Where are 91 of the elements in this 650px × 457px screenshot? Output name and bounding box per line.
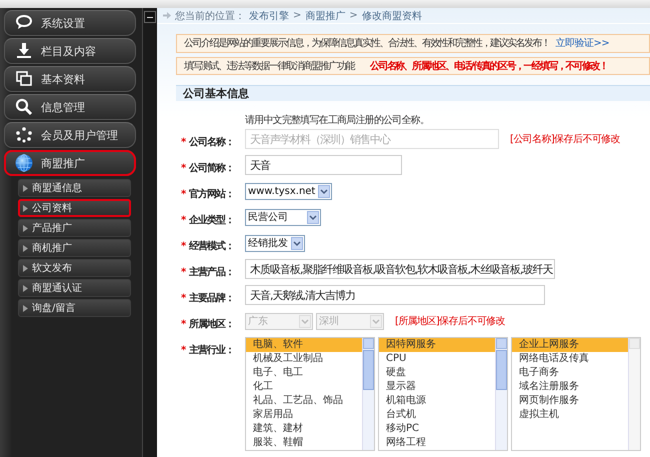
collapse-button[interactable] [144,11,156,23]
required-mark: * [181,240,186,252]
submenu-item[interactable]: 软文发布 [18,259,131,277]
field-label: 公司简称： [189,162,234,175]
verify-link[interactable]: 立即验证>> [556,36,610,50]
menu-item[interactable]: 信息管理 [4,94,136,120]
field-label: 主营产品： [189,265,234,279]
list-item[interactable]: 机械及工业制品 [246,352,362,366]
field-label: 所属地区： [189,318,234,331]
breadcrumb-link[interactable]: 商盟推广 [305,8,346,23]
listbox[interactable]: 企业上网服务 网络电话及传真 电子商务 域名注册服务 网页制作服务 虚拟主机 [511,337,641,451]
menu-item[interactable]: 基本资料 [4,66,136,92]
hint-text: 请用中文完整填写在工商局注册的公司全称。 [245,114,430,127]
list-item[interactable]: 家居用品 [246,408,362,422]
required-mark: * [181,188,186,200]
breadcrumb-separator: > [293,10,302,22]
list-item[interactable]: 硬盘 [379,366,495,380]
list-item[interactable]: 礼品、工艺品、饰品 [246,394,362,408]
required-mark: * [181,136,186,148]
windows-icon [15,70,33,88]
caret-icon [23,304,28,312]
list-item[interactable]: 虚拟主机 [512,408,628,422]
speech-bubble-icon [15,14,33,32]
field-label: 经营模式： [189,240,234,253]
listbox[interactable]: 因特网服务 CPU 硬盘 显示器 机箱电源 台式机 移动PC 网络工程 [378,337,508,451]
caret-icon [23,184,28,192]
required-mark: * [181,266,186,278]
submenu-item[interactable]: 商机推广 [18,239,131,257]
list-item[interactable]: 电脑、软件 [246,338,362,352]
warning-note: [公司名称]保存后不可修改 [510,132,620,146]
submenu-item[interactable]: 公司资料 [18,199,131,217]
notice-text: 填写测试、违法等数据一律取消商盟推广功能 [184,60,354,73]
submenu-item[interactable]: 询盘/留言 [18,299,131,317]
breadcrumb-link[interactable]: 修改商盟资料 [362,8,422,23]
required-mark: * [181,318,186,330]
breadcrumb-separator: > [349,10,358,22]
field-label: 官方网站： [189,187,234,201]
arrow-icon [163,12,171,20]
required-mark: * [181,162,186,174]
dots-icon [15,126,33,144]
list-item[interactable]: 域名注册服务 [512,380,628,394]
download-icon [15,42,33,60]
list-item[interactable]: 因特网服务 [379,338,495,352]
field-label: 主要品牌： [189,291,234,305]
list-item[interactable]: 化工 [246,380,362,394]
required-mark: * [181,344,186,356]
list-item[interactable]: CPU [379,352,495,366]
list-item[interactable]: 网络工程 [379,436,495,450]
caret-icon [23,204,28,212]
required-mark: * [181,214,186,226]
select-field[interactable]: www.tysx.net [245,182,332,200]
list-item[interactable]: 网络电话及传真 [512,352,628,366]
menu-item[interactable]: 栏目及内容 [4,38,136,64]
submenu-item[interactable]: 商盟通认证 [18,279,131,297]
warning-text: 公司名称、所属地区、电话/传真的区号，一经填写，不可修改！ [370,60,608,73]
menu-item[interactable]: 商盟推广 [4,150,136,176]
select-field[interactable]: 民营公司 [245,208,321,226]
caret-icon [23,224,28,232]
menu-item[interactable]: 系统设置 [4,10,136,36]
required-mark: * [181,292,186,304]
breadcrumb-label: 您当前的位置： [175,10,245,23]
listbox[interactable]: 电脑、软件 机械及工业制品 电子、电工 化工 礼品、工艺品、饰品 家居用品 建筑、建材 服装、鞋帽 [245,337,375,451]
warning-note: [所属地区]保存后不可修改 [395,314,506,328]
field-label: 公司名称： [189,136,234,149]
list-item[interactable]: 机箱电源 [379,394,495,408]
input-field[interactable]: 天音,天鹅绒,清大吉博力 [245,285,545,305]
field-label: 企业类型： [189,214,234,227]
notice-text: 公司介绍是网站的重要展示信息，为保障信息真实性、合法性、有效性和完整性，建议实名发布！ [184,36,550,50]
list-item[interactable]: 电子商务 [512,366,628,380]
field-label: 主营行业： [189,343,234,357]
caret-icon [23,244,28,252]
list-item[interactable]: 企业上网服务 [512,338,628,352]
search-icon [15,98,33,116]
caret-icon [23,264,28,272]
breadcrumb-link[interactable]: 发布引擎 [249,8,289,23]
submenu-item[interactable]: 产品推广 [18,219,131,237]
input-field[interactable]: 木质吸音板,聚脂纤维吸音板,吸音软包,软木吸音板,木丝吸音板,玻纤天 [245,259,555,279]
menu-item[interactable]: 会员及用户管理 [4,122,136,148]
list-item[interactable]: 显示器 [379,380,495,394]
select-field[interactable]: 经销批发 [245,234,305,252]
submenu-item[interactable]: 商盟通信息 [18,179,131,197]
list-item[interactable]: 服装、鞋帽 [246,436,362,450]
section-title: 公司基本信息 [176,84,650,101]
list-item[interactable]: 台式机 [379,408,495,422]
list-item[interactable]: 建筑、建材 [246,422,362,436]
input-field[interactable]: 天音 [245,155,402,175]
caret-icon [23,284,28,292]
list-item[interactable]: 移动PC [379,422,495,436]
list-item[interactable]: 电子、电工 [246,366,362,380]
list-item[interactable]: 网页制作服务 [512,394,628,408]
globe-icon [15,154,33,172]
